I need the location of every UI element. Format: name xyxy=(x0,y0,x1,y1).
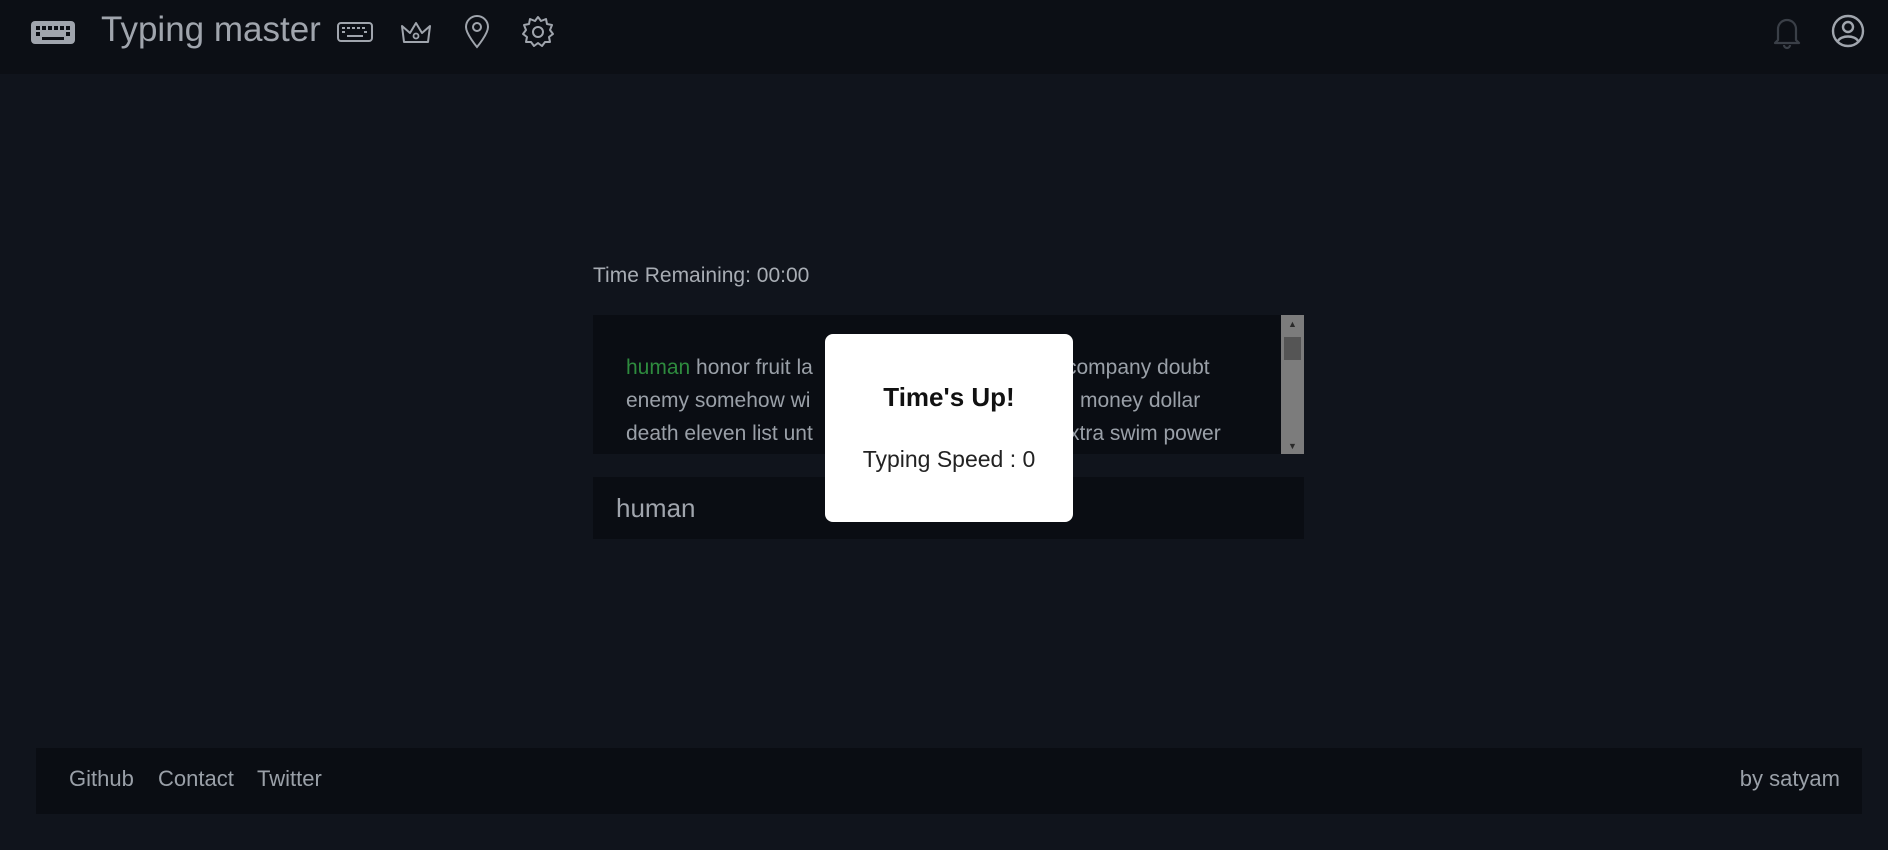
text-line-start: honor fruit la xyxy=(690,356,813,379)
footer-link-contact[interactable]: Contact xyxy=(158,766,234,792)
text-line-start: enemy somehow wi xyxy=(626,389,811,412)
time-remaining-label: Time Remaining: 00:00 xyxy=(593,264,810,287)
times-up-modal: Time's Up! Typing Speed : 0 xyxy=(825,334,1073,522)
user-circle-icon[interactable] xyxy=(1830,12,1866,50)
gear-icon[interactable] xyxy=(518,12,558,52)
footer-link-twitter[interactable]: Twitter xyxy=(257,766,322,792)
top-navbar: Typing master xyxy=(0,0,1888,74)
scroll-up-arrow-icon[interactable]: ▲ xyxy=(1281,315,1304,332)
current-word: human xyxy=(626,356,691,379)
modal-title: Time's Up! xyxy=(883,382,1015,412)
text-line-start: death eleven list unt xyxy=(626,422,813,445)
bell-icon[interactable] xyxy=(1769,12,1805,50)
text-line-end: xtra swim power xyxy=(1069,422,1221,445)
footer-credit: by satyam xyxy=(1739,766,1840,791)
app-title[interactable]: Typing master xyxy=(101,10,321,50)
text-line-end: company doubt xyxy=(1066,356,1210,379)
keyboard-icon[interactable] xyxy=(30,14,76,50)
text-scrollbar[interactable]: ▲ ▼ xyxy=(1281,315,1304,454)
map-pin-icon[interactable] xyxy=(457,12,497,52)
crown-icon[interactable] xyxy=(396,12,436,52)
scroll-down-arrow-icon[interactable]: ▼ xyxy=(1281,437,1304,454)
text-line-end: money dollar xyxy=(1080,389,1201,412)
footer: Github Contact Twitter by satyam xyxy=(36,748,1862,814)
scroll-thumb[interactable] xyxy=(1284,337,1301,360)
typing-speed-result: Typing Speed : 0 xyxy=(862,446,1036,472)
footer-link-github[interactable]: Github xyxy=(69,766,134,792)
keyboard-icon[interactable] xyxy=(335,12,375,52)
